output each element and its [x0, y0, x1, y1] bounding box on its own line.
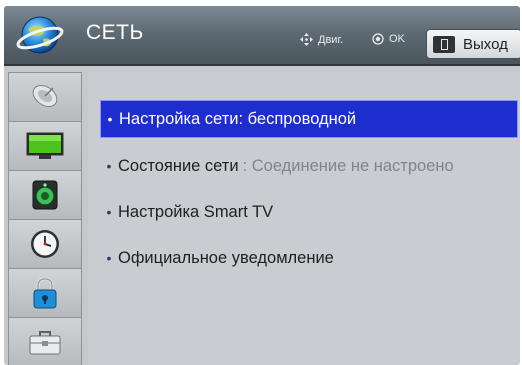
menu-content: • Настройка сети: беспроводной • Состоян…	[88, 72, 520, 365]
padlock-icon	[33, 277, 57, 309]
menu-item-label: Официальное уведомление	[118, 248, 334, 267]
toolbox-icon	[29, 331, 61, 355]
bullet-icon: •	[106, 158, 112, 174]
sidebar-item-support[interactable]	[9, 318, 81, 365]
category-sidebar	[8, 72, 82, 365]
menu-item-network-status[interactable]: • Состояние сети : Соединение не настрое…	[100, 147, 518, 185]
menu-item-legal-notice[interactable]: • Официальное уведомление	[100, 239, 518, 277]
page-title: СЕТЬ	[86, 21, 144, 44]
globe-network-icon	[16, 16, 64, 54]
bullet-icon: •	[106, 204, 112, 220]
exit-key-icon	[433, 35, 455, 53]
ok-button-icon	[372, 33, 384, 45]
navigation-arrows-icon	[300, 33, 313, 46]
exit-button[interactable]: Выход	[426, 29, 520, 59]
ok-hint: OK	[372, 33, 405, 45]
sidebar-item-network[interactable]	[9, 73, 81, 122]
menu-item-label: Настройка сети: беспроводной	[119, 109, 357, 128]
move-hint: Двиг.	[300, 33, 343, 46]
menu-item-label: Состояние сети	[118, 156, 239, 175]
network-settings-window: СЕТЬ Двиг. OK Выход • Настройка сети: бе…	[4, 6, 520, 365]
move-hint-label: Двиг.	[318, 33, 344, 46]
bullet-icon: •	[107, 111, 113, 127]
menu-item-smart-tv-setup[interactable]: • Настройка Smart TV	[100, 193, 518, 231]
sidebar-item-audio[interactable]	[9, 171, 81, 220]
tv-picture-icon	[26, 132, 64, 159]
connection-status-text: : Соединение не настроено	[242, 156, 454, 175]
ok-hint-label: OK	[389, 33, 405, 45]
menu-item-label: Настройка Smart TV	[118, 202, 274, 221]
speaker-audio-icon	[32, 180, 58, 210]
satellite-dish-icon	[32, 85, 58, 107]
header-bar: СЕТЬ Двиг. OK Выход	[4, 6, 520, 66]
menu-item-network-setup[interactable]: • Настройка сети: беспроводной	[100, 100, 518, 138]
sidebar-item-lock[interactable]	[9, 269, 81, 318]
exit-button-label: Выход	[463, 35, 508, 53]
clock-icon	[31, 230, 59, 258]
sidebar-item-time[interactable]	[9, 220, 81, 269]
sidebar-item-picture[interactable]	[9, 122, 81, 171]
bullet-icon: •	[106, 250, 112, 266]
